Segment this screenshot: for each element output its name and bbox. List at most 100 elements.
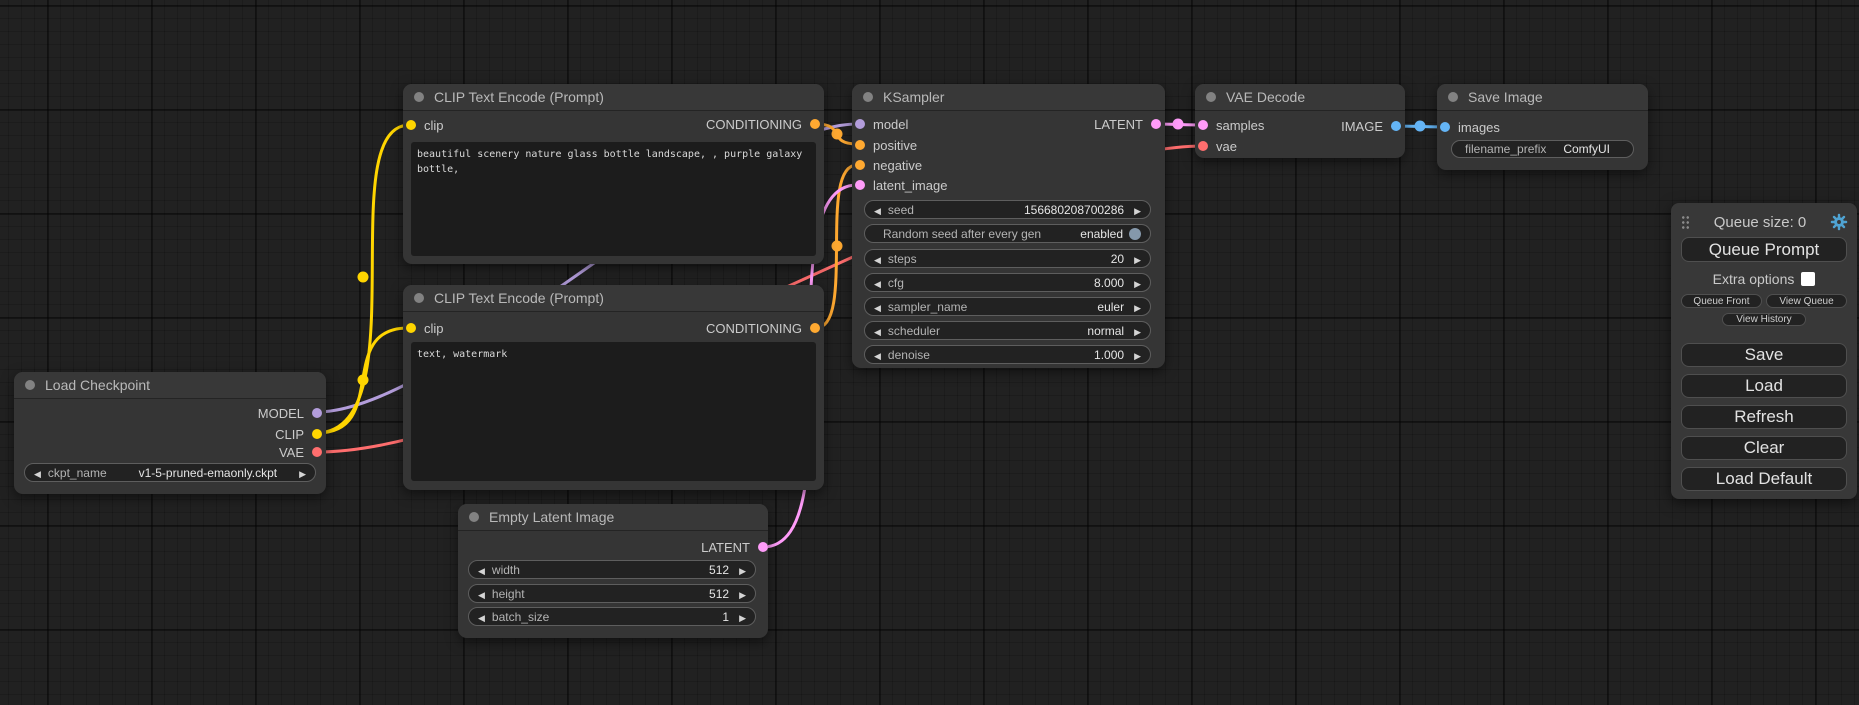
widget-filename-prefix[interactable]: filename_prefix ComfyUI <box>1451 140 1634 158</box>
node-empty-latent-image[interactable]: Empty Latent Image LATENT width 512 heig… <box>458 504 768 638</box>
output-port-image: IMAGE <box>1341 116 1401 136</box>
collapse-dot-icon[interactable] <box>469 512 479 522</box>
clip-input-socket[interactable] <box>406 120 416 130</box>
comfyui-node-canvas[interactable]: { "links": { "model": "#b39ddb", "clip":… <box>0 0 1859 705</box>
node-ksampler[interactable]: KSampler model positive negative latent_… <box>852 84 1165 368</box>
positive-input-socket[interactable] <box>855 140 865 150</box>
queue-prompt-button[interactable]: Queue Prompt <box>1681 237 1847 262</box>
vae-output-socket[interactable] <box>312 447 322 457</box>
increment-arrow-icon[interactable] <box>729 563 746 577</box>
latent-output-socket[interactable] <box>1151 119 1161 129</box>
increment-arrow-icon[interactable] <box>1124 252 1141 266</box>
increment-arrow-icon[interactable] <box>729 587 746 601</box>
increment-arrow-icon[interactable] <box>1124 203 1141 217</box>
decrement-arrow-icon[interactable] <box>874 203 888 217</box>
decrement-arrow-icon[interactable] <box>478 563 492 577</box>
widget-sampler-name[interactable]: sampler_name euler <box>864 297 1151 316</box>
node-title-bar[interactable]: CLIP Text Encode (Prompt) <box>403 84 824 111</box>
widget-batch-size[interactable]: batch_size 1 <box>468 607 756 626</box>
widget-value: ComfyUI <box>1563 142 1610 156</box>
clip-input-socket[interactable] <box>406 323 416 333</box>
widget-ckpt-name[interactable]: ckpt_name v1-5-pruned-emaonly.ckpt <box>24 463 316 482</box>
random-seed-toggle-icon[interactable] <box>1129 228 1141 240</box>
decrement-arrow-icon[interactable] <box>874 300 888 314</box>
images-input-socket[interactable] <box>1440 122 1450 132</box>
link-midpoint-dot <box>358 375 369 386</box>
widget-label: cfg <box>888 276 904 290</box>
widget-value: 8.000 <box>1094 276 1124 290</box>
refresh-button[interactable]: Refresh <box>1681 405 1847 429</box>
view-history-button[interactable]: View History <box>1722 313 1806 326</box>
model-input-socket[interactable] <box>855 119 865 129</box>
widget-scheduler[interactable]: scheduler normal <box>864 321 1151 340</box>
widget-width[interactable]: width 512 <box>468 560 756 579</box>
decrement-arrow-icon[interactable] <box>874 252 888 266</box>
node-load-checkpoint[interactable]: Load Checkpoint MODEL CLIP VAE ckpt_name… <box>14 372 326 494</box>
increment-arrow-icon[interactable] <box>1124 276 1141 290</box>
widget-seed[interactable]: seed 156680208700286 <box>864 200 1151 219</box>
collapse-dot-icon[interactable] <box>25 380 35 390</box>
widget-cfg[interactable]: cfg 8.000 <box>864 273 1151 292</box>
collapse-dot-icon[interactable] <box>1206 92 1216 102</box>
increment-arrow-icon[interactable] <box>289 466 306 480</box>
positive-prompt-textarea[interactable]: beautiful scenery nature glass bottle la… <box>411 142 816 256</box>
decrement-arrow-icon[interactable] <box>874 324 888 338</box>
node-title-bar[interactable]: Load Checkpoint <box>14 372 326 399</box>
node-save-image[interactable]: Save Image images filename_prefix ComfyU… <box>1437 84 1648 170</box>
widget-steps[interactable]: steps 20 <box>864 249 1151 268</box>
conditioning-output-socket[interactable] <box>810 323 820 333</box>
clip-output-socket[interactable] <box>312 429 322 439</box>
view-queue-button[interactable]: View Queue <box>1766 294 1847 308</box>
widget-value: 1 <box>722 610 729 624</box>
panel-drag-handle-icon[interactable] <box>1681 215 1690 230</box>
widget-value: 1.000 <box>1094 348 1124 362</box>
clear-button[interactable]: Clear <box>1681 436 1847 460</box>
load-default-button[interactable]: Load Default <box>1681 467 1847 491</box>
conditioning-output-socket[interactable] <box>810 119 820 129</box>
increment-arrow-icon[interactable] <box>1124 324 1141 338</box>
widget-label: Random seed after every gen <box>883 227 1041 241</box>
load-button[interactable]: Load <box>1681 374 1847 398</box>
negative-prompt-textarea[interactable]: text, watermark <box>411 342 816 481</box>
model-output-socket[interactable] <box>312 408 322 418</box>
node-clip-text-encode-negative[interactable]: CLIP Text Encode (Prompt) clip CONDITION… <box>403 285 824 490</box>
collapse-dot-icon[interactable] <box>414 92 424 102</box>
increment-arrow-icon[interactable] <box>729 610 746 624</box>
image-output-socket[interactable] <box>1391 121 1401 131</box>
latent-image-input-socket[interactable] <box>855 180 865 190</box>
widget-denoise[interactable]: denoise 1.000 <box>864 345 1151 364</box>
input-port-vae: vae <box>1198 136 1237 156</box>
latent-output-socket[interactable] <box>758 542 768 552</box>
collapse-dot-icon[interactable] <box>414 293 424 303</box>
negative-input-socket[interactable] <box>855 160 865 170</box>
decrement-arrow-icon[interactable] <box>874 348 888 362</box>
settings-gear-icon[interactable] <box>1830 213 1848 231</box>
decrement-arrow-icon[interactable] <box>478 587 492 601</box>
collapse-dot-icon[interactable] <box>1448 92 1458 102</box>
increment-arrow-icon[interactable] <box>1124 348 1141 362</box>
decrement-arrow-icon[interactable] <box>34 466 48 480</box>
node-vae-decode[interactable]: VAE Decode samples vae IMAGE <box>1195 84 1405 158</box>
node-title-bar[interactable]: KSampler <box>852 84 1165 111</box>
node-title-bar[interactable]: VAE Decode <box>1195 84 1405 111</box>
decrement-arrow-icon[interactable] <box>874 276 888 290</box>
widget-value: 512 <box>709 587 729 601</box>
node-title-bar[interactable]: Empty Latent Image <box>458 504 768 531</box>
extra-options-checkbox[interactable] <box>1801 272 1815 286</box>
collapse-dot-icon[interactable] <box>863 92 873 102</box>
node-clip-text-encode-positive[interactable]: CLIP Text Encode (Prompt) clip CONDITION… <box>403 84 824 264</box>
widget-label: ckpt_name <box>48 466 107 480</box>
node-title-bar[interactable]: CLIP Text Encode (Prompt) <box>403 285 824 312</box>
increment-arrow-icon[interactable] <box>1124 300 1141 314</box>
samples-input-socket[interactable] <box>1198 120 1208 130</box>
widget-height[interactable]: height 512 <box>468 584 756 603</box>
decrement-arrow-icon[interactable] <box>478 610 492 624</box>
queue-front-button[interactable]: Queue Front <box>1681 294 1762 308</box>
widget-value: v1-5-pruned-emaonly.ckpt <box>139 466 278 480</box>
widget-random-seed[interactable]: Random seed after every gen enabled <box>864 224 1151 243</box>
save-button[interactable]: Save <box>1681 343 1847 367</box>
output-port-latent: LATENT <box>701 537 768 557</box>
vae-input-socket[interactable] <box>1198 141 1208 151</box>
node-title-bar[interactable]: Save Image <box>1437 84 1648 111</box>
port-label: CLIP <box>275 427 304 442</box>
